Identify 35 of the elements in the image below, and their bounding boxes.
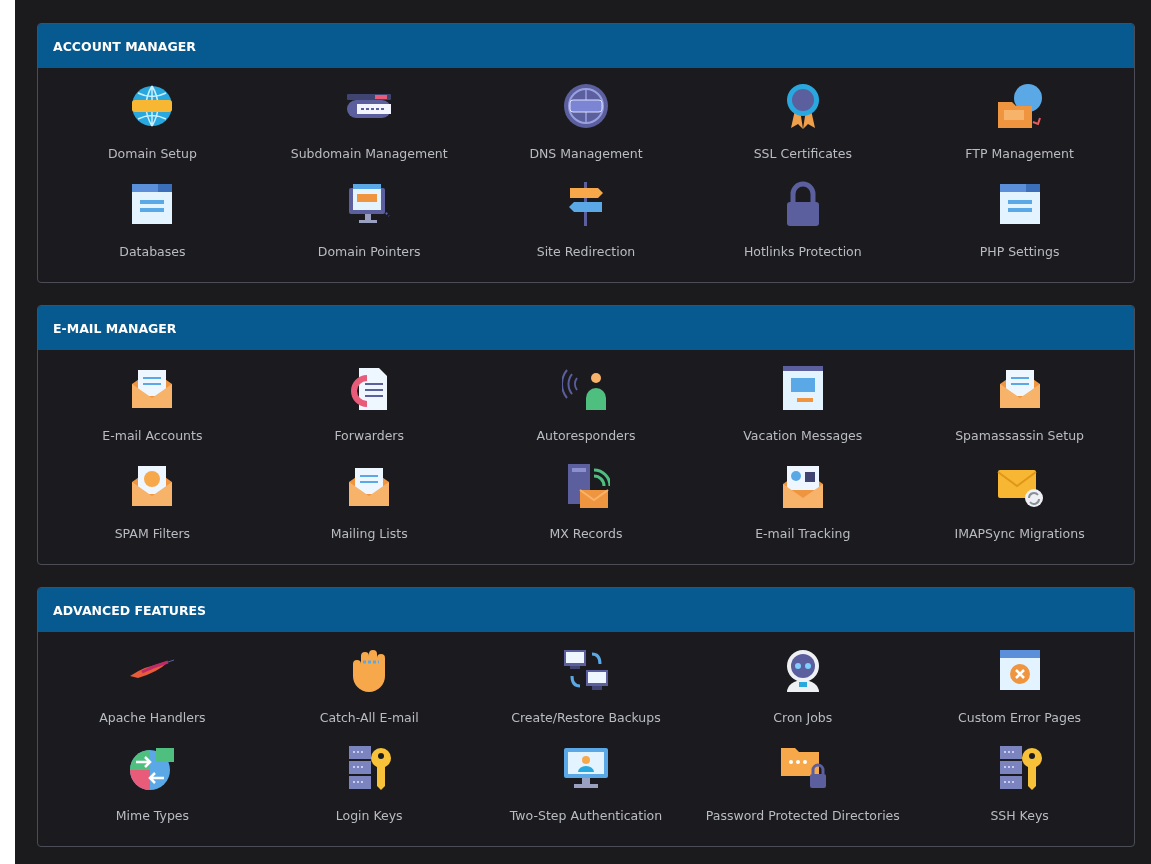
feature-link[interactable]: SSL Certificates xyxy=(753,82,852,164)
feature-link[interactable]: Autoresponders xyxy=(536,364,636,446)
feature-link[interactable]: FTP Management xyxy=(965,82,1074,164)
section-title: ADVANCED FEATURES xyxy=(53,602,207,618)
feature-link[interactable]: SSH Keys xyxy=(990,744,1049,826)
section-title: ACCOUNT MANAGER xyxy=(53,38,196,54)
feature-link[interactable]: IMAPSync Migrations xyxy=(954,462,1085,544)
feature-link[interactable]: Site Redirection xyxy=(536,180,636,262)
feature-link[interactable]: MX Records xyxy=(549,462,623,544)
feature-link[interactable]: PHP Settings xyxy=(979,180,1060,262)
folder-globe-icon xyxy=(995,82,1044,130)
section-title: E-MAIL MANAGER xyxy=(53,320,177,336)
feature-link[interactable]: SPAM Filters xyxy=(114,462,191,544)
feature-link[interactable]: Domain Setup xyxy=(107,82,197,164)
globe-icon xyxy=(562,82,610,130)
feature-link[interactable]: Catch-All E-mail xyxy=(319,646,419,728)
feature-link[interactable]: Create/Restore Backups xyxy=(511,646,661,728)
feature-link[interactable]: Mailing Lists xyxy=(330,462,408,544)
feature-link[interactable]: DNS Management xyxy=(529,82,643,164)
feature-link[interactable]: Subdomain Management xyxy=(290,82,448,164)
feature-link[interactable]: Apache Handlers xyxy=(99,646,206,728)
feature-link[interactable]: Databases xyxy=(119,180,186,262)
feature-link[interactable]: Cron Jobs xyxy=(773,646,833,728)
feature-link[interactable]: Hotlinks Protection xyxy=(743,180,862,262)
feature-link[interactable]: Two-Step Authentication xyxy=(509,744,663,826)
feature-link[interactable]: E-mail Accounts xyxy=(102,364,203,446)
feature-link[interactable]: E-mail Tracking xyxy=(755,462,851,544)
feature-link[interactable]: Vacation Messages xyxy=(743,364,863,446)
feature-link[interactable]: Forwarders xyxy=(334,364,404,446)
feature-link[interactable]: Custom Error Pages xyxy=(958,646,1082,728)
feature-link[interactable]: Spamassassin Setup xyxy=(955,364,1084,446)
feature-link[interactable]: Password Protected Directories xyxy=(705,744,900,826)
feature-link[interactable]: Mime Types xyxy=(115,744,190,826)
feature-link[interactable]: Domain Pointers xyxy=(317,180,421,262)
feature-link[interactable]: Login Keys xyxy=(335,744,403,826)
